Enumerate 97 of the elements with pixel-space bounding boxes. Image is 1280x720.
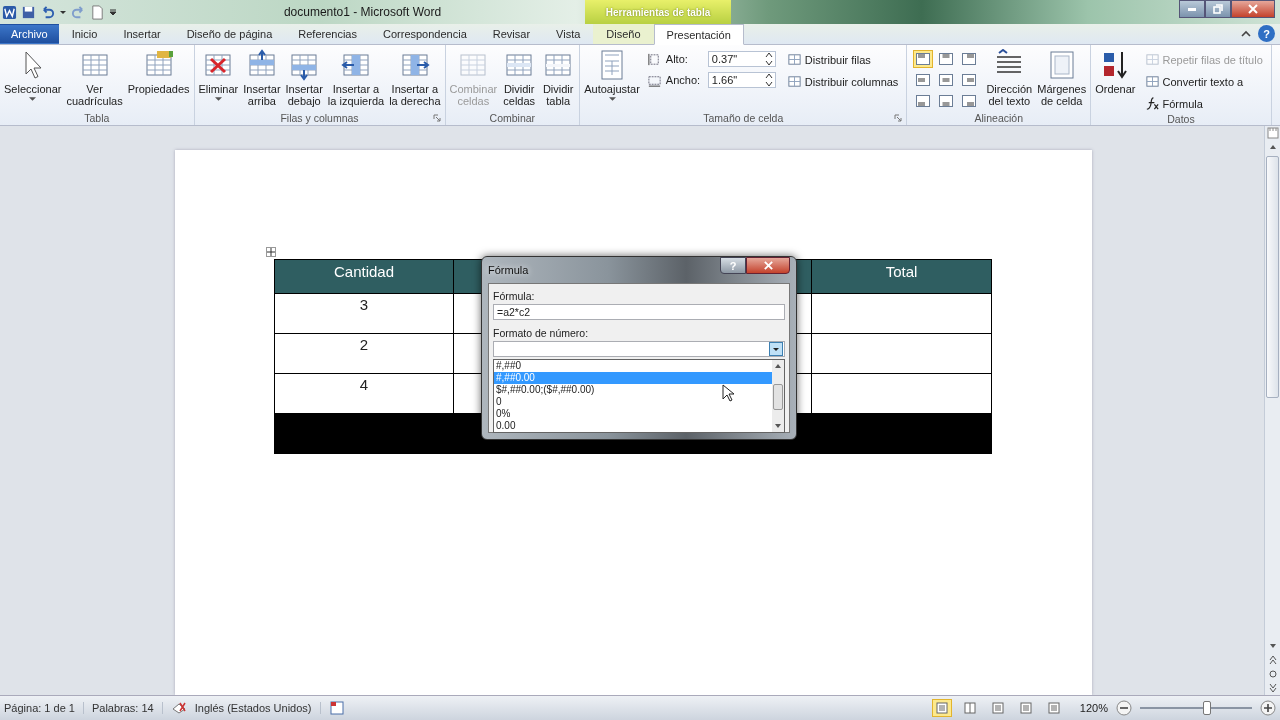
zoom-level[interactable]: 120% — [1079, 702, 1108, 714]
ribbon-tab[interactable]: Diseño de página — [173, 24, 286, 44]
dialog-title: Fórmula — [488, 264, 529, 276]
close-button[interactable] — [1231, 0, 1275, 18]
header-cell: Cantidad — [275, 260, 454, 293]
launcher-icon[interactable] — [894, 114, 903, 122]
field-label: Fórmula: — [493, 290, 536, 302]
spinner-arrows-icon[interactable] — [764, 52, 773, 66]
caret-icon[interactable] — [59, 8, 67, 16]
ribbon-button[interactable]: Eliminar — [196, 47, 241, 104]
list-option[interactable]: 0.00 — [494, 420, 772, 432]
zoom-in-icon[interactable] — [1260, 700, 1276, 716]
table-cell: 2 — [275, 333, 454, 373]
field-label: Alto: — [665, 53, 689, 65]
ribbon-button[interactable]: Convertir texto a — [1142, 73, 1265, 90]
ribbon-button[interactable]: Dirección del texto — [984, 47, 1035, 109]
group-label: Combinar — [489, 111, 536, 124]
scrollbar-thumb[interactable] — [1266, 156, 1279, 398]
list-option[interactable]: $#,##0.00;($#,##0.00) — [494, 384, 772, 396]
ribbon-button[interactable]: Insertar a la derecha — [387, 47, 443, 109]
ribbon-tab[interactable]: Revisar — [479, 24, 544, 44]
page-count[interactable]: Página: 1 de 1 — [4, 702, 84, 714]
ribbon-button[interactable]: Insertar a la izquierda — [325, 47, 387, 109]
proofing-icon[interactable] — [170, 700, 187, 716]
group-label: Filas y columnas — [280, 111, 359, 124]
field-label: Ancho: — [665, 74, 702, 86]
header-cell: Total — [812, 260, 991, 293]
spin-field[interactable]: 1.66" — [707, 72, 776, 88]
close-icon — [1247, 3, 1259, 15]
minimize-button[interactable] — [1179, 0, 1205, 18]
list-option[interactable]: 0 — [494, 396, 772, 408]
restore-icon — [1212, 3, 1224, 15]
list-option[interactable]: 0% — [494, 408, 772, 420]
table-move-handle-icon[interactable] — [266, 247, 276, 257]
list-option[interactable]: #,##0 — [494, 360, 772, 372]
app-icon[interactable] — [2, 4, 17, 20]
customize-icon[interactable] — [109, 8, 117, 16]
ribbon-tab[interactable]: Presentación — [653, 24, 744, 45]
window-title: documento1 - Microsoft Word — [283, 5, 442, 19]
ribbon-button[interactable]: Insertar debajo — [283, 47, 325, 109]
launcher-icon[interactable] — [432, 114, 441, 122]
help-button[interactable]: ? — [1258, 25, 1275, 42]
ribbon-button[interactable]: Insertar arriba — [241, 47, 283, 109]
mouse-pointer-icon — [722, 384, 734, 402]
repeat-header-icon — [1144, 52, 1160, 67]
group-label: Tabla — [84, 111, 110, 124]
close-button[interactable] — [746, 257, 790, 274]
ribbon-tab[interactable]: Correspondencia — [370, 24, 480, 44]
undo-icon[interactable] — [40, 4, 55, 20]
caret-icon — [608, 97, 616, 102]
ribbon-button[interactable]: Dividir tabla — [539, 47, 578, 109]
slider-thumb[interactable] — [1203, 701, 1212, 715]
ribbon-tab[interactable]: Insertar — [110, 24, 174, 44]
ribbon-tab[interactable]: Vista — [543, 24, 594, 44]
formula-icon — [1144, 96, 1160, 111]
convert-text-icon — [1144, 74, 1160, 89]
language-indicator[interactable]: Inglés (Estados Unidos) — [194, 702, 321, 714]
view-button[interactable] — [931, 699, 952, 717]
zoom-out-icon[interactable] — [1116, 700, 1132, 716]
group-label: Tamaño de celda — [703, 111, 784, 124]
caret-icon — [29, 97, 37, 102]
group-label: Alineación — [974, 111, 1023, 124]
ribbon-button[interactable]: Propiedades — [125, 47, 192, 97]
row-height-icon — [646, 51, 662, 67]
word-count[interactable]: Palabras: 14 — [91, 702, 163, 714]
scrollbar-thumb[interactable] — [773, 384, 783, 410]
scroll-up-icon[interactable] — [773, 362, 783, 370]
ribbon-button[interactable]: Dividir celdas — [500, 47, 539, 109]
ribbon-button[interactable]: Seleccionar — [2, 47, 64, 104]
caret-icon — [214, 97, 222, 102]
field-label: Formato de número: — [493, 327, 590, 339]
table-cell: 3 — [275, 293, 454, 333]
scroll-down-icon[interactable] — [773, 422, 783, 430]
close-icon — [762, 260, 774, 271]
distribute-columns-icon — [786, 74, 802, 89]
spinner-arrows-icon[interactable] — [764, 73, 773, 87]
ribbon-button[interactable]: Ordenar — [1093, 47, 1138, 97]
distribute-rows-icon — [786, 52, 802, 67]
restore-button[interactable] — [1205, 0, 1231, 18]
formula-field[interactable]: =a2*c2 — [493, 304, 785, 320]
save-icon[interactable] — [21, 4, 36, 20]
ribbon-tab[interactable]: Archivo — [0, 24, 59, 44]
ribbon-button[interactable]: Distribuir columnas — [784, 73, 901, 90]
macro-record-icon[interactable] — [328, 700, 345, 716]
ribbon-tab[interactable]: Inicio — [58, 24, 111, 44]
context-header: Herramientas de tabla — [585, 0, 731, 24]
minimize-icon — [1188, 7, 1196, 11]
ribbon-tab[interactable]: Diseño — [593, 24, 654, 44]
ribbon-button[interactable]: Fórmula — [1142, 95, 1265, 112]
ribbon-button[interactable]: Ver cuadrículas — [64, 47, 125, 109]
ribbon-button[interactable]: Márgenes de celda — [1035, 47, 1089, 109]
ribbon-button[interactable]: Distribuir filas — [784, 51, 901, 68]
ribbon-button[interactable]: Autoajustar — [582, 47, 642, 104]
align-button[interactable] — [913, 50, 934, 68]
spin-field[interactable]: 0.37" — [707, 51, 776, 67]
group-label: Datos — [1167, 112, 1195, 125]
ribbon-tab[interactable]: Referencias — [285, 24, 370, 44]
